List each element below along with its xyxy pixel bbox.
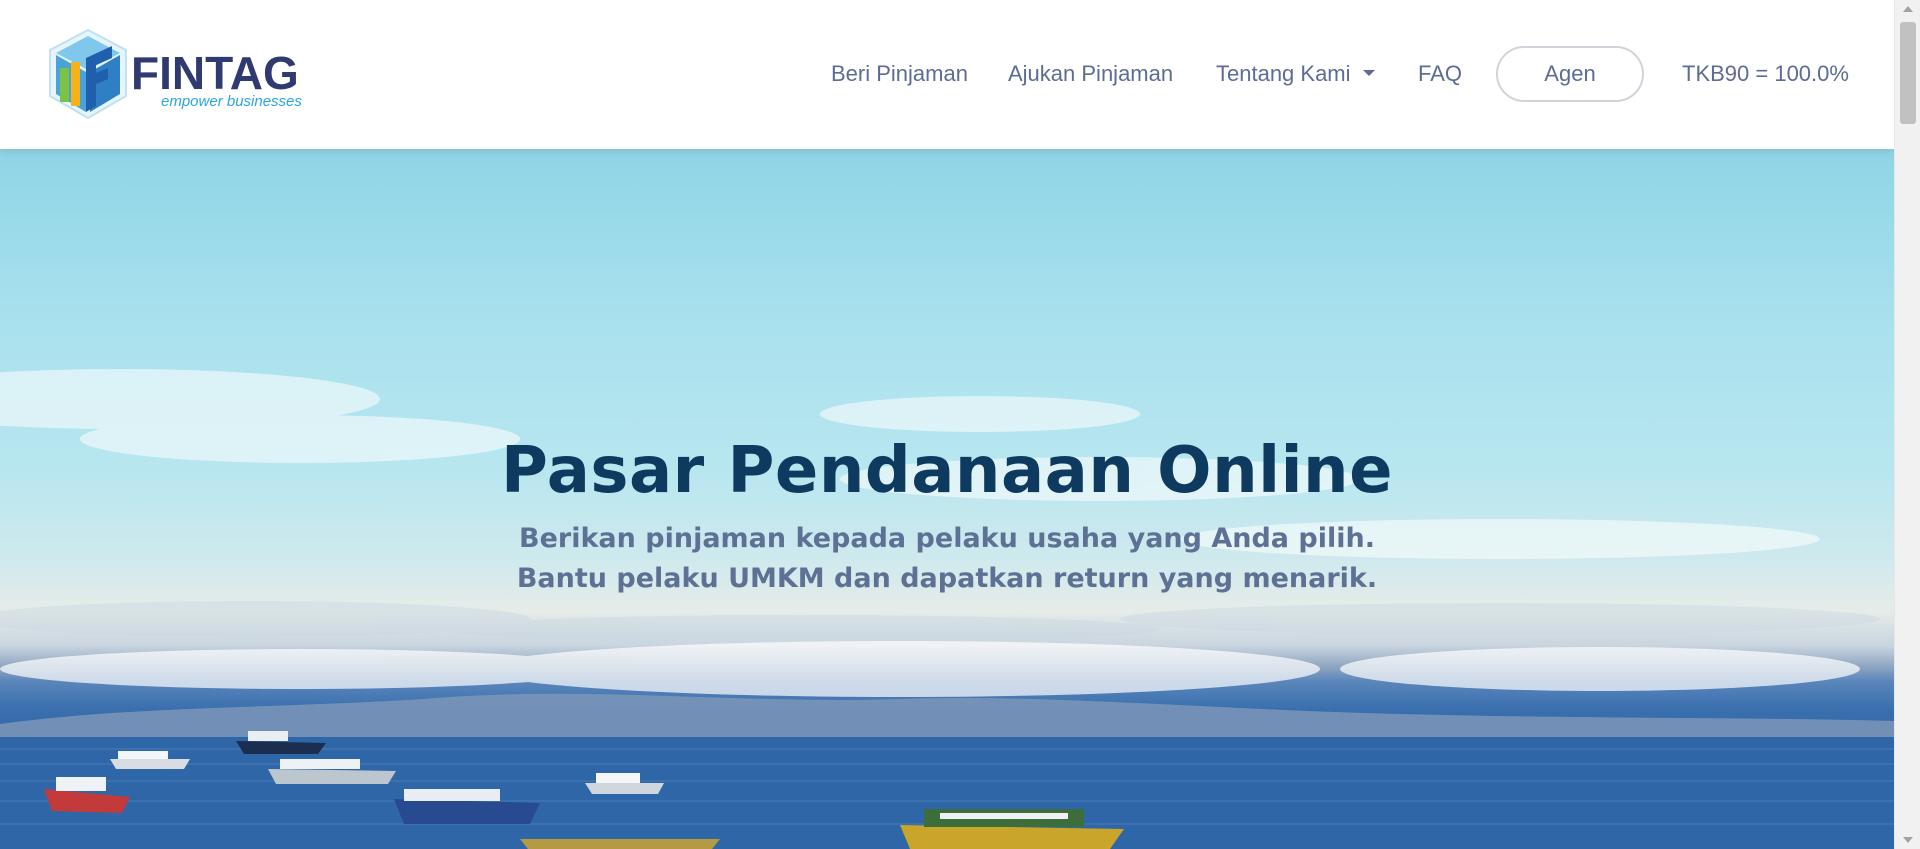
nav-beri-pinjaman[interactable]: Beri Pinjaman bbox=[831, 61, 968, 87]
caret-down-icon bbox=[1362, 70, 1375, 77]
brand-logo-link[interactable]: FINTAG empower businesses bbox=[46, 28, 306, 120]
hero-subtitle: Berikan pinjaman kepada pelaku usaha yan… bbox=[516, 523, 1378, 594]
site-header: FINTAG empower businesses Beri Pinjaman … bbox=[0, 0, 1894, 149]
nav-tentang-kami-dropdown[interactable]: Tentang Kami bbox=[1216, 61, 1375, 87]
scrollbar-thumb[interactable] bbox=[1900, 22, 1916, 124]
vertical-scrollbar[interactable] bbox=[1894, 0, 1920, 849]
hero-section: Pasar Pendanaan Online Berikan pinjaman … bbox=[0, 149, 1894, 849]
nav-tentang-kami-label: Tentang Kami bbox=[1216, 61, 1351, 86]
page: FINTAG empower businesses Beri Pinjaman … bbox=[0, 0, 1920, 849]
brand-tagline: empower businesses bbox=[161, 93, 302, 110]
tkb90-indicator[interactable]: TKB90 = 100.0% bbox=[1682, 61, 1849, 87]
agen-button[interactable]: Agen bbox=[1496, 46, 1644, 102]
scroll-up-arrow-icon[interactable] bbox=[1903, 6, 1913, 12]
hero-title: Pasar Pendanaan Online bbox=[501, 434, 1393, 508]
nav-faq[interactable]: FAQ bbox=[1418, 61, 1462, 87]
fintag-cube-logo-icon bbox=[49, 28, 127, 120]
scroll-down-arrow-icon[interactable] bbox=[1903, 837, 1913, 843]
brand-name: FINTAG bbox=[131, 47, 299, 99]
nav-ajukan-pinjaman[interactable]: Ajukan Pinjaman bbox=[1008, 61, 1173, 87]
